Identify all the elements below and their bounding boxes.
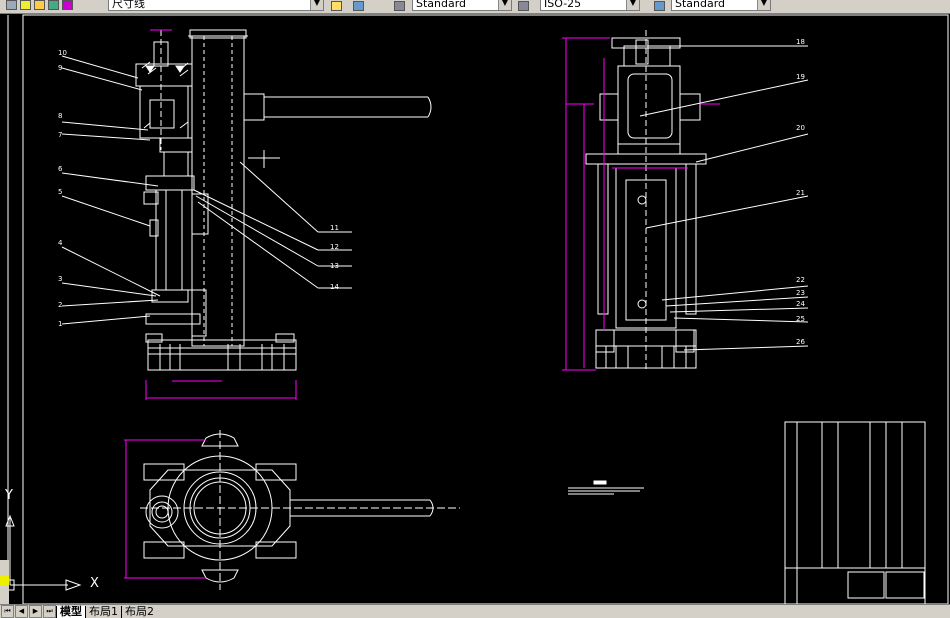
dim-style-combo[interactable]: ISO-25 ▼ bbox=[540, 0, 640, 11]
balloon-label: 4 bbox=[58, 239, 63, 247]
tab-model[interactable]: 模型 bbox=[56, 605, 85, 618]
balloon-label: 19 bbox=[796, 73, 805, 81]
tab-layout2[interactable]: 布局2 bbox=[121, 605, 157, 618]
balloon-label: 14 bbox=[330, 283, 339, 291]
balloon-label: 6 bbox=[58, 165, 63, 173]
balloon-label: 24 bbox=[796, 300, 805, 308]
layout-tab-bar: ⏮ ◀ ▶ ⏭ 模型 布局1 布局2 bbox=[0, 604, 950, 618]
table-style-value: Standard bbox=[675, 0, 726, 10]
drawing-canvas[interactable]: 10987654321 11121314 181920212223242526 bbox=[0, 14, 950, 604]
balloon-label: 3 bbox=[58, 275, 62, 283]
chevron-down-icon[interactable]: ▼ bbox=[757, 0, 770, 10]
ucs-icon bbox=[3, 514, 82, 591]
balloon-label: 7 bbox=[58, 131, 62, 139]
front-view bbox=[135, 29, 432, 371]
drawing-frame bbox=[22, 14, 949, 604]
first-tab-button[interactable]: ⏮ bbox=[1, 605, 14, 618]
text-style-combo[interactable]: Standard ▼ bbox=[412, 0, 512, 11]
ucs-x-label: X bbox=[90, 576, 99, 591]
layer-combo[interactable]: 尺寸线 ▼ bbox=[108, 0, 324, 11]
title-block bbox=[784, 421, 926, 604]
chevron-down-icon[interactable]: ▼ bbox=[310, 0, 323, 10]
table-style-icon[interactable] bbox=[654, 1, 665, 11]
balloon-label: 22 bbox=[796, 276, 805, 284]
properties-icon[interactable] bbox=[0, 576, 9, 586]
balloon-labels-right: 18 19 20 21 22 23 24 25 26 bbox=[796, 38, 805, 346]
technical-notes bbox=[568, 480, 644, 495]
side-panel bbox=[0, 560, 9, 604]
balloon-label: 1 bbox=[58, 320, 62, 328]
balloon-label: 13 bbox=[330, 262, 339, 270]
tab-layout1[interactable]: 布局1 bbox=[85, 605, 121, 618]
sun-icon[interactable] bbox=[34, 0, 45, 10]
dim-style-value: ISO-25 bbox=[544, 0, 582, 10]
balloon-label: 18 bbox=[796, 38, 805, 46]
balloon-label: 9 bbox=[58, 64, 62, 72]
leader-lines-right bbox=[639, 45, 809, 351]
leader-lines-left bbox=[61, 55, 161, 325]
ucs-y-label: Y bbox=[5, 488, 13, 503]
layer-previous-icon[interactable] bbox=[353, 1, 364, 11]
prev-tab-button[interactable]: ◀ bbox=[15, 605, 28, 618]
layer-name: 尺寸线 bbox=[112, 0, 145, 10]
last-tab-button[interactable]: ⏭ bbox=[43, 605, 56, 618]
next-tab-button[interactable]: ▶ bbox=[29, 605, 42, 618]
balloon-label: 23 bbox=[796, 289, 805, 297]
text-style-value: Standard bbox=[416, 0, 467, 10]
toolbar: 尺寸线 ▼ Standard ▼ ISO-25 ▼ Standard ▼ bbox=[0, 0, 950, 14]
balloon-label: 26 bbox=[796, 338, 805, 346]
layer-tools bbox=[6, 0, 76, 13]
drawing-geometry bbox=[7, 14, 949, 604]
balloon-label: 11 bbox=[330, 224, 339, 232]
dimension-lines bbox=[124, 29, 720, 579]
dim-style-icon[interactable] bbox=[518, 1, 529, 11]
text-style-icon[interactable] bbox=[394, 1, 405, 11]
layer-match-icon[interactable] bbox=[331, 1, 342, 11]
balloon-labels-left: 10 9 8 7 6 5 4 3 2 1 bbox=[58, 49, 67, 328]
balloon-label: 12 bbox=[330, 243, 339, 251]
balloon-label: 8 bbox=[58, 112, 62, 120]
balloon-labels-mid: 11 12 13 14 bbox=[330, 224, 339, 291]
color-icon[interactable] bbox=[62, 0, 73, 10]
balloon-label: 5 bbox=[58, 188, 62, 196]
top-view bbox=[140, 430, 460, 590]
lock-icon[interactable] bbox=[48, 0, 59, 10]
layers-icon[interactable] bbox=[6, 0, 17, 10]
balloon-label: 21 bbox=[796, 189, 805, 197]
chevron-down-icon[interactable]: ▼ bbox=[498, 0, 511, 10]
bulb-icon[interactable] bbox=[20, 0, 31, 10]
leader-lines-mid bbox=[193, 161, 352, 289]
balloon-label: 25 bbox=[796, 315, 805, 323]
chevron-down-icon[interactable]: ▼ bbox=[626, 0, 639, 10]
balloon-label: 2 bbox=[58, 301, 62, 309]
table-style-combo[interactable]: Standard ▼ bbox=[671, 0, 771, 11]
balloon-label: 10 bbox=[58, 49, 67, 57]
balloon-label: 20 bbox=[796, 124, 805, 132]
